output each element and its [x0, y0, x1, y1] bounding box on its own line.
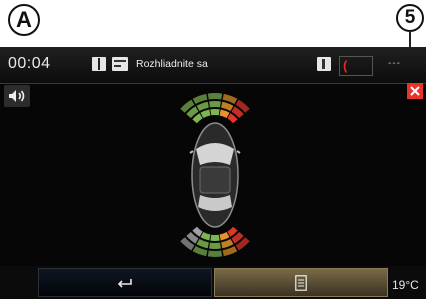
camera-view-icon: [112, 57, 128, 71]
close-icon: [410, 86, 420, 96]
status-message: Rozhliadnite sa: [136, 58, 208, 70]
rear-sensor-zone: [221, 238, 234, 249]
parking-assist-screen: 00:04 Rozhliadnite sa ( --- 19°C: [0, 47, 426, 299]
volume-button[interactable]: [4, 85, 30, 107]
return-arrow-icon: [117, 278, 132, 288]
rear-sensor-zone: [196, 238, 209, 249]
rear-sensor-zone: [207, 250, 223, 257]
phone-handset-icon: (: [343, 58, 348, 73]
speaker-icon: [9, 90, 25, 102]
close-button[interactable]: [407, 83, 423, 99]
front-sensor-zone: [221, 101, 234, 112]
phone-icon: [317, 57, 331, 71]
menu-button[interactable]: [214, 268, 388, 297]
rear-sensor-zone: [219, 231, 230, 241]
front-sensor-zone: [207, 93, 223, 100]
front-sensor-zones: [180, 93, 250, 124]
car-top-view-icon: [189, 122, 241, 228]
front-sensor-zone: [210, 109, 220, 116]
book-icon: [92, 57, 106, 71]
rear-sensor-zone: [200, 231, 211, 241]
status-bar: 00:04 Rozhliadnite sa ( ---: [0, 47, 426, 84]
front-sensor-zone: [209, 101, 221, 108]
outside-temperature: 19°C: [392, 278, 419, 292]
rear-sensor-zones: [180, 226, 250, 257]
rear-sensor-zone: [209, 242, 221, 249]
rear-sensor-zone: [210, 234, 220, 241]
signal-indicator: ---: [388, 58, 401, 69]
clock: 00:04: [8, 55, 51, 72]
callout-5: 5: [396, 4, 424, 32]
callout-a: A: [8, 4, 40, 36]
parking-sensor-display: [180, 93, 250, 257]
call-status: (: [339, 56, 373, 76]
menu-list-icon: [295, 274, 307, 291]
front-sensor-zone: [219, 109, 230, 119]
bottom-bar: 19°C: [0, 266, 426, 299]
front-sensor-zone: [200, 109, 211, 119]
back-button[interactable]: [38, 268, 212, 297]
front-sensor-zone: [196, 101, 209, 112]
